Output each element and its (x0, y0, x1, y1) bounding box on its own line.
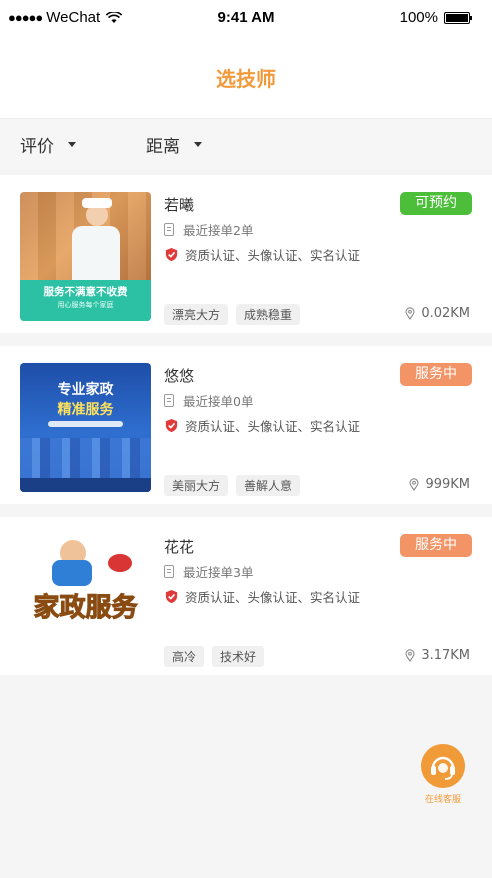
battery-info: 100% (399, 9, 472, 26)
headset-icon (421, 744, 465, 788)
technician-card[interactable]: 服务不满意不收费 用心服务每个家庭 若曦 可预约 最近接单2单 资质认证、头像认… (0, 175, 492, 333)
distance: 0.02KM (405, 306, 470, 321)
tag: 技术好 (212, 646, 265, 667)
technician-name: 悠悠 (164, 367, 195, 385)
recent-orders: 最近接单2单 (164, 220, 253, 239)
technician-photo: 家政服务 (20, 534, 151, 663)
tag: 美丽大方 (164, 475, 229, 496)
technician-card[interactable]: 专业家政 精准服务 悠悠 服务中 最近接单0单 资质认证、头像认证、实名认证 美… (0, 346, 492, 504)
filter-distance-label: 距离 (146, 137, 180, 157)
document-icon (164, 394, 174, 407)
certifications: 资质认证、头像认证、实名认证 (164, 587, 360, 606)
location-pin-icon (405, 307, 415, 320)
distance-text: 3.17KM (421, 648, 470, 663)
distance-text: 999KM (425, 477, 470, 492)
filter-bar: 评价 距离 (0, 118, 492, 169)
tag-list: 美丽大方 善解人意 (164, 475, 308, 496)
certifications-text: 资质认证、头像认证、实名认证 (185, 248, 361, 263)
tag: 善解人意 (236, 475, 301, 496)
filter-rating-label: 评价 (20, 137, 54, 157)
technician-name: 花花 (164, 538, 195, 556)
page-title: 选技师 (216, 67, 276, 91)
battery-icon (444, 11, 472, 24)
distance: 999KM (409, 477, 470, 492)
photo-caption: 专业家政 (57, 382, 114, 398)
location-pin-icon (409, 478, 419, 491)
tag: 高冷 (164, 646, 205, 667)
document-icon (164, 223, 174, 236)
battery-percent: 100% (399, 9, 438, 26)
status-badge[interactable]: 服务中 (400, 534, 472, 557)
technician-card[interactable]: 家政服务 花花 服务中 最近接单3单 资质认证、头像认证、实名认证 高冷 技术好… (0, 517, 492, 675)
photo-caption: 精准服务 (57, 402, 114, 418)
recent-orders-text: 最近接单2单 (183, 223, 254, 238)
verified-shield-icon (165, 418, 178, 433)
distance-text: 0.02KM (421, 306, 470, 321)
verified-shield-icon (165, 247, 178, 262)
certifications: 资质认证、头像认证、实名认证 (164, 245, 360, 264)
photo-caption: 家政服务 (33, 593, 138, 624)
certifications: 资质认证、头像认证、实名认证 (164, 416, 360, 435)
certifications-text: 资质认证、头像认证、实名认证 (185, 419, 361, 434)
tag-list: 高冷 技术好 (164, 646, 272, 667)
page-header: 选技师 (0, 36, 492, 118)
status-bar: ●●●●● WeChat 9:41 AM 100% (0, 0, 492, 36)
verified-shield-icon (165, 589, 178, 604)
recent-orders: 最近接单0单 (164, 391, 253, 410)
recent-orders-text: 最近接单0单 (183, 394, 254, 409)
photo-caption: 服务不满意不收费 (43, 286, 128, 298)
status-badge[interactable]: 服务中 (400, 363, 472, 386)
caret-down-icon (194, 142, 202, 147)
customer-service-button[interactable]: 在线客服 (418, 744, 468, 805)
tag: 漂亮大方 (164, 304, 229, 325)
customer-service-label: 在线客服 (424, 795, 461, 805)
technician-photo: 服务不满意不收费 用心服务每个家庭 (20, 192, 151, 321)
location-pin-icon (405, 649, 415, 662)
document-icon (164, 565, 174, 578)
certifications-text: 资质认证、头像认证、实名认证 (185, 590, 361, 605)
status-badge[interactable]: 可预约 (400, 192, 472, 215)
caret-down-icon (68, 142, 76, 147)
distance: 3.17KM (405, 648, 470, 663)
tag: 成熟稳重 (236, 304, 301, 325)
tag-list: 漂亮大方 成熟稳重 (164, 304, 308, 325)
filter-rating[interactable]: 评价 (20, 132, 76, 157)
recent-orders: 最近接单3单 (164, 562, 253, 581)
recent-orders-text: 最近接单3单 (183, 565, 254, 580)
filter-distance[interactable]: 距离 (146, 132, 202, 157)
technician-name: 若曦 (164, 196, 195, 214)
photo-subcaption: 用心服务每个家庭 (57, 301, 114, 309)
technician-photo: 专业家政 精准服务 (20, 363, 151, 492)
